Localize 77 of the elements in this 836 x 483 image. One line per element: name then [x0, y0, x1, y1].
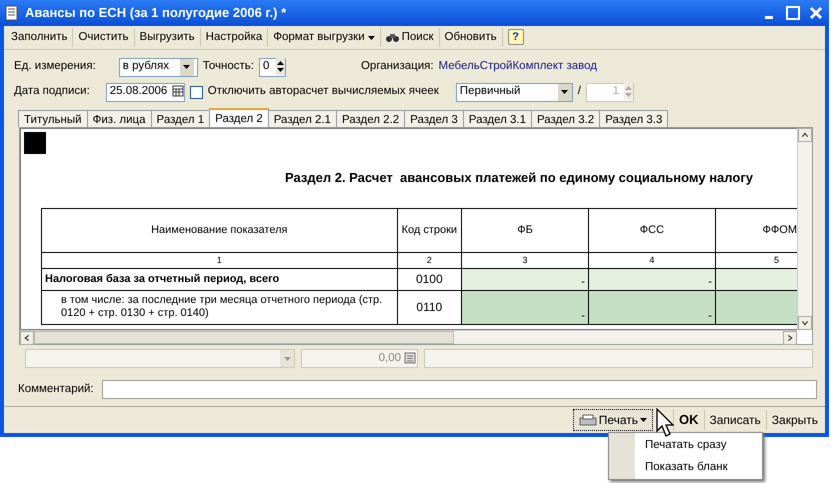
scroll-right-icon[interactable] [783, 331, 797, 345]
toolbar-button[interactable]: Настройка [200, 28, 268, 48]
mouse-cursor-icon [655, 408, 677, 438]
menu-item[interactable]: Печатать сразу [609, 434, 762, 456]
column-header: ФБ [462, 208, 588, 252]
tab[interactable]: Раздел 3.1 [462, 110, 532, 127]
document-icon [4, 5, 20, 21]
close-icon[interactable] [807, 4, 825, 22]
tab[interactable]: Раздел 3.2 [530, 110, 600, 127]
units-select[interactable]: в рублях [118, 58, 198, 76]
value-cell[interactable]: - [588, 290, 716, 324]
value-cell[interactable] [715, 290, 797, 324]
caret-icon [640, 418, 647, 422]
field-label: Организация: [360, 59, 434, 74]
column-number: 1 [42, 252, 398, 268]
footer-button[interactable]: Записать [704, 410, 766, 430]
toolbar-button[interactable]: Выгрузить [134, 28, 201, 48]
window-title: Авансы по ЕСН (за 1 полугодие 2006 г.) * [25, 4, 286, 22]
comment-field[interactable] [102, 380, 817, 399]
menu-item[interactable]: Показать бланк [609, 456, 762, 478]
scroll-down-icon[interactable] [798, 316, 812, 330]
row-name: Налоговая база за отчетный период, всего [42, 268, 398, 290]
toolbar-button[interactable]: Очистить [73, 28, 135, 48]
caret-icon [368, 36, 375, 40]
corner-marker [24, 132, 46, 154]
separator-text: / [578, 84, 581, 100]
field-label: Дата подписи: [14, 84, 90, 100]
spin-icon [624, 83, 633, 101]
maximize-icon[interactable] [784, 4, 802, 22]
cell-select[interactable] [25, 349, 295, 368]
vertical-scrollbar[interactable] [797, 128, 812, 330]
checkbox-label: Отключить авторасчет вычисляемых ячеек [208, 84, 439, 100]
tab[interactable]: Раздел 2.1 [268, 110, 337, 127]
toolbar-button[interactable]: Поиск [380, 28, 440, 48]
tab[interactable]: Раздел 2 [209, 108, 269, 127]
organization-link[interactable]: МебельСтройКомплект завод [438, 58, 597, 76]
tab[interactable]: Физ. лица [86, 110, 152, 127]
footer-button[interactable]: Печать [572, 409, 653, 431]
tab[interactable]: Раздел 3.3 [599, 110, 668, 127]
checkbox[interactable] [190, 86, 203, 98]
column-number: 3 [462, 252, 588, 268]
horizontal-scrollbar[interactable] [20, 330, 797, 344]
tab[interactable]: Титульный [18, 110, 88, 127]
report-kind-select[interactable]: Первичный [456, 82, 573, 102]
tab[interactable]: Раздел 3 [404, 110, 464, 127]
toolbar-button[interactable]: Заполнить [6, 28, 74, 48]
scroll-left-icon[interactable] [20, 331, 34, 345]
caret-icon [280, 350, 294, 367]
scroll-up-icon[interactable] [798, 128, 812, 142]
sheet-title: Раздел 2. Расчет авансовых платежей по единому социальному налогу [284, 169, 754, 187]
column-header: ФСС [588, 208, 716, 252]
value-cell[interactable]: - [462, 268, 588, 290]
tab[interactable]: Раздел 1 [150, 110, 210, 127]
dropdown-button[interactable]: Формат выгрузки [268, 28, 381, 48]
caret-icon [180, 58, 194, 76]
row-name: в том числе: за последние три месяца отчетного периода (стр. 0120 + стр. 0130 + стр. 0140) [42, 290, 398, 324]
binoculars-icon [386, 32, 399, 42]
cell-text-field[interactable] [424, 349, 813, 368]
precision-spinner[interactable]: 0 [258, 58, 286, 76]
spin-icon [276, 58, 285, 76]
column-header: Код строки [397, 208, 462, 252]
printer-icon [578, 414, 597, 426]
field-label: Точность: [202, 59, 254, 74]
value-cell[interactable]: - [588, 268, 716, 290]
value-cell[interactable]: - [462, 290, 588, 324]
field-label: Ед. измерения: [14, 59, 96, 74]
toolbar-button[interactable]: Обновить [440, 28, 503, 48]
tab[interactable]: Раздел 2.2 [336, 110, 406, 127]
field-label: Комментарий: [18, 382, 94, 397]
value-cell[interactable] [715, 268, 797, 290]
help-button[interactable]: ? [508, 28, 524, 45]
caret-icon [558, 84, 572, 100]
footer-button[interactable]: Закрыть [766, 410, 823, 430]
column-header: Наименование показателя [42, 208, 398, 252]
column-number: 4 [588, 252, 716, 268]
column-number: 2 [397, 252, 462, 268]
date-field[interactable]: 25.08.2006 [106, 82, 185, 102]
